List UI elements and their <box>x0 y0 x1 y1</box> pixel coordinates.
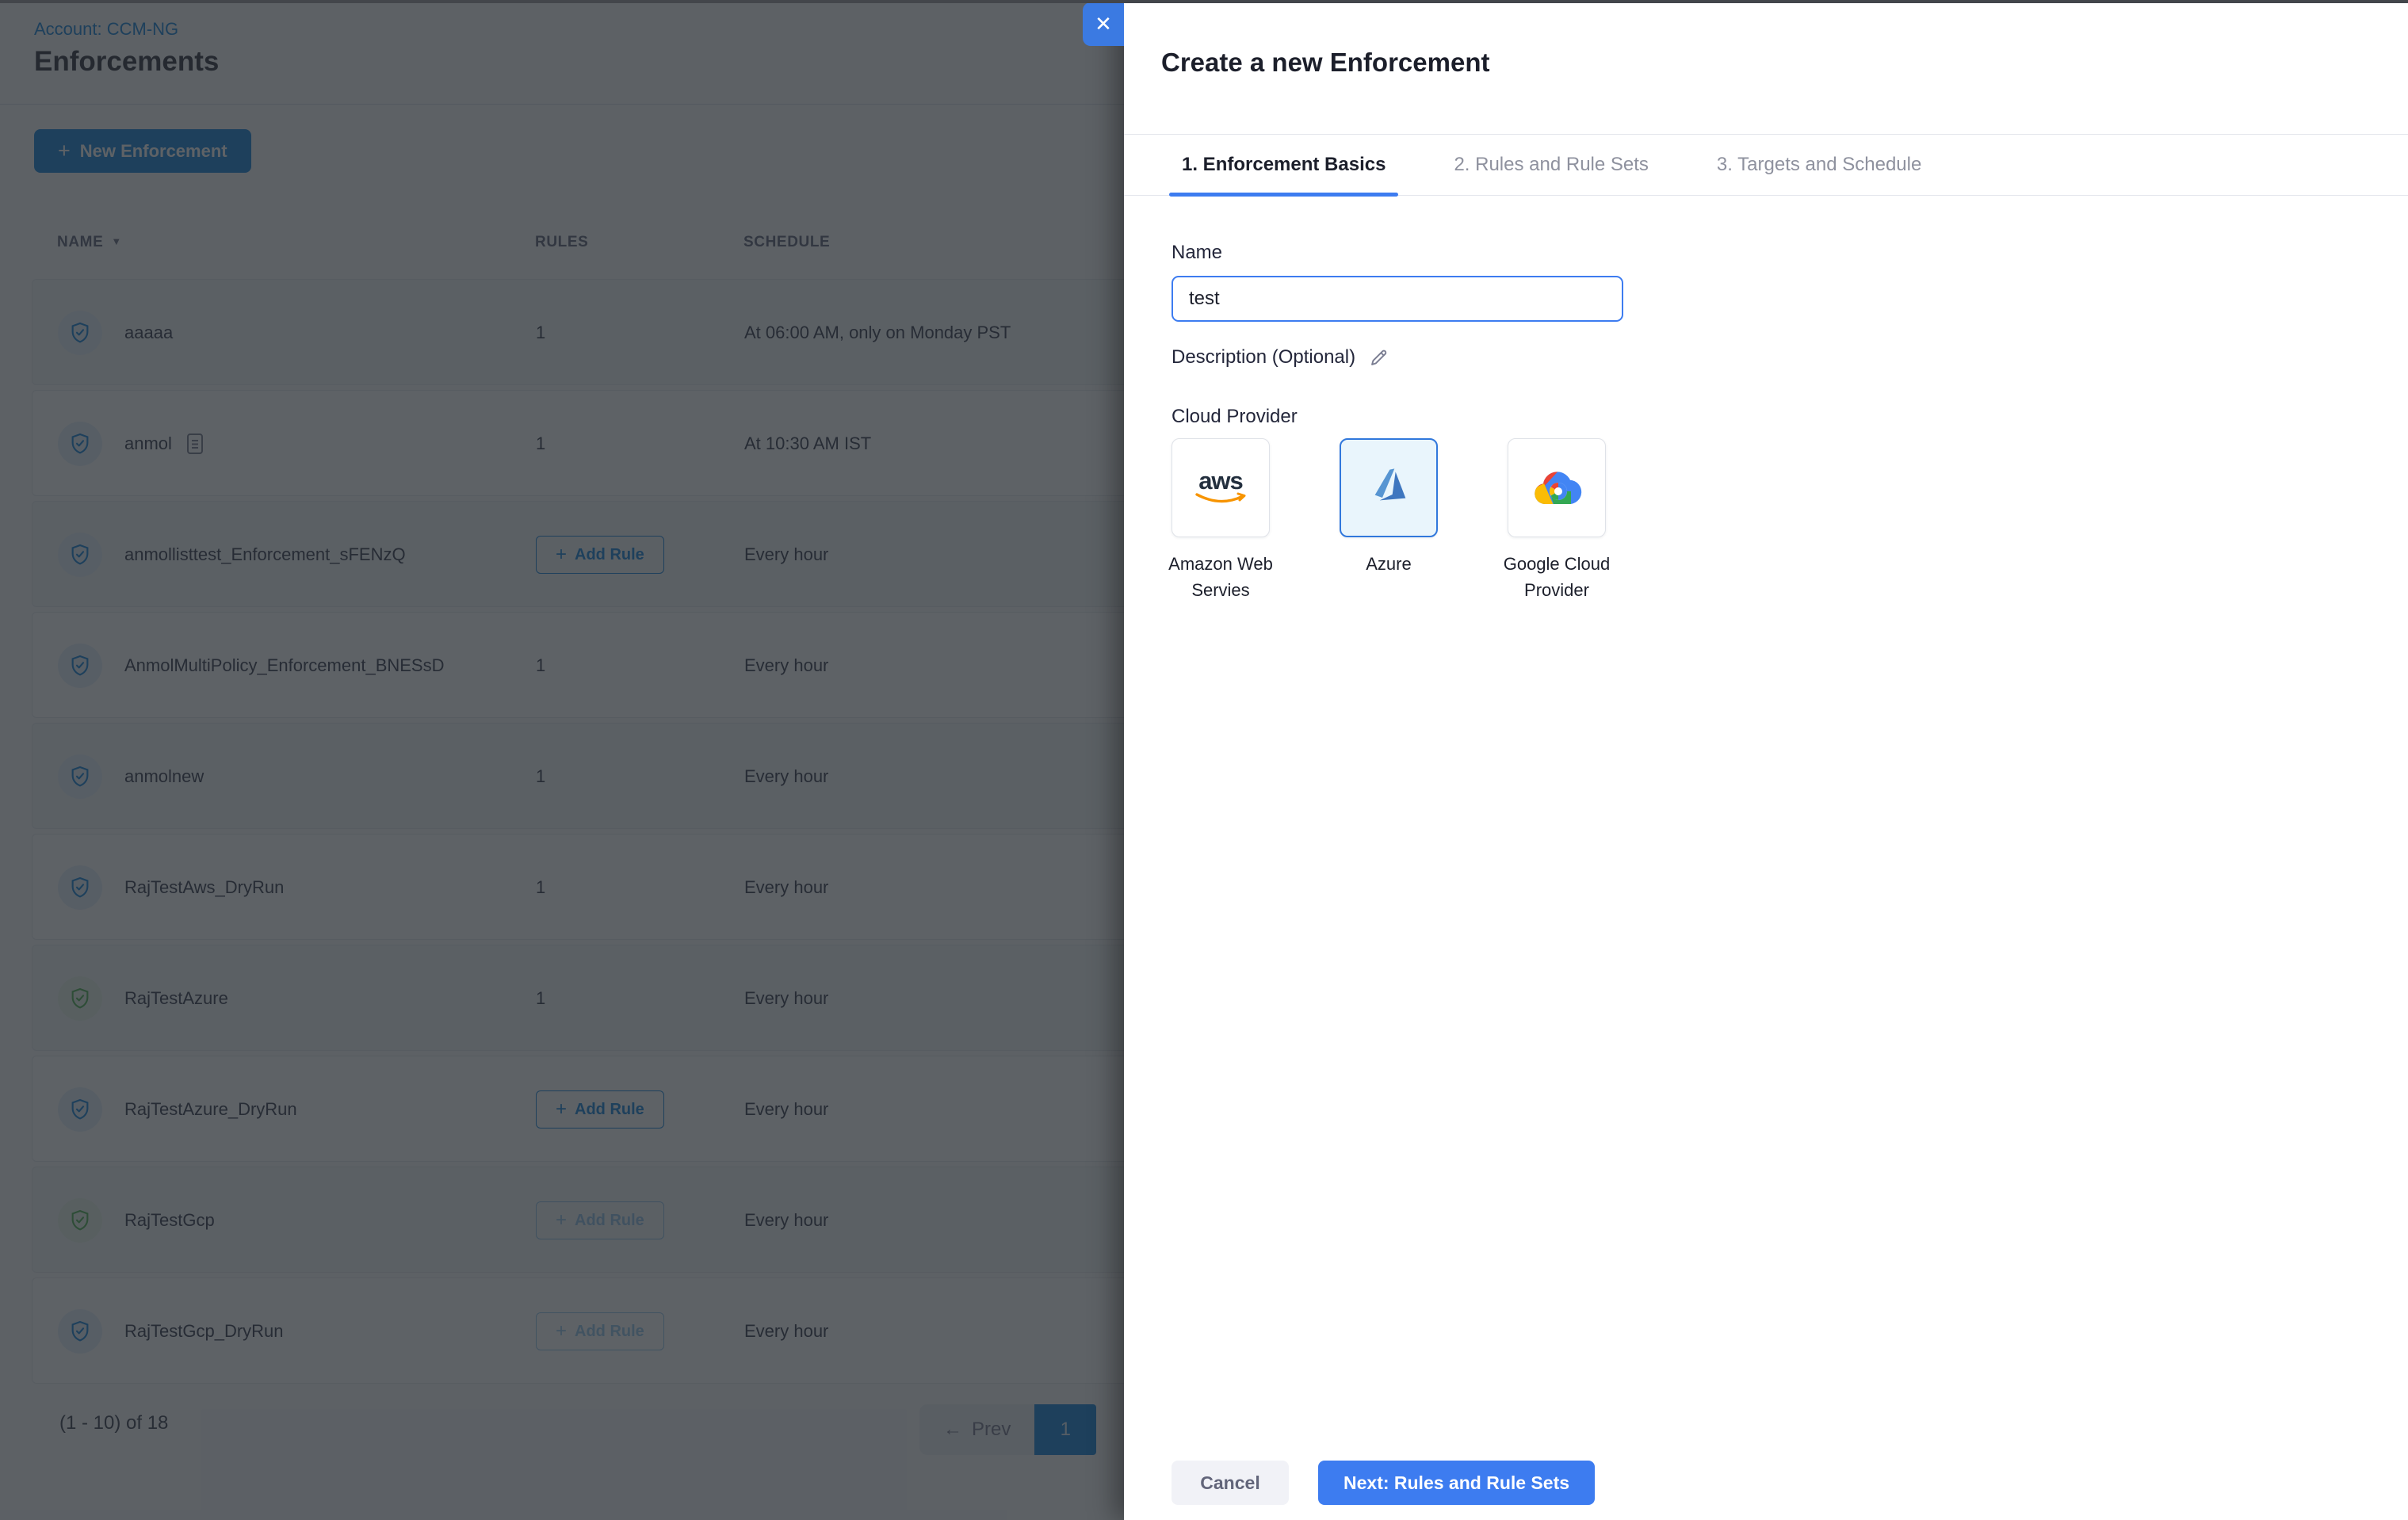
name-input[interactable] <box>1172 276 1623 322</box>
provider-aws: aws Amazon Web Servies <box>1168 438 1273 600</box>
provider-label-azure: Azure <box>1366 554 1412 574</box>
provider-label-aws: Amazon Web Servies <box>1168 554 1273 600</box>
wizard-tabs: 1. Enforcement Basics 2. Rules and Rule … <box>1124 134 2408 197</box>
cloud-provider-options: aws Amazon Web Servies Azure Google Clou… <box>1168 438 1610 600</box>
provider-gcp: Google Cloud Provider <box>1504 438 1610 600</box>
create-enforcement-drawer: ✕ Create a new Enforcement 1. Enforcemen… <box>1083 0 2408 1520</box>
provider-card-azure[interactable] <box>1340 438 1438 537</box>
description-row: Description (Optional) <box>1172 346 1389 369</box>
window-top-edge <box>0 0 2408 3</box>
tab-enforcement-basics[interactable]: 1. Enforcement Basics <box>1169 134 1399 197</box>
name-label: Name <box>1172 242 1223 263</box>
provider-card-gcp[interactable] <box>1508 438 1606 537</box>
drawer-footer: Cancel Next: Rules and Rule Sets <box>1172 1461 1596 1505</box>
next-button[interactable]: Next: Rules and Rule Sets <box>1318 1461 1596 1505</box>
aws-logo-icon: aws <box>1194 468 1248 506</box>
tab-rules-and-rule-sets[interactable]: 2. Rules and Rule Sets <box>1441 134 1661 196</box>
cancel-button[interactable]: Cancel <box>1172 1461 1289 1505</box>
provider-azure: Azure <box>1340 438 1438 574</box>
gcp-logo-icon <box>1531 467 1582 510</box>
drawer-title: Create a new Enforcement <box>1161 48 1490 77</box>
edit-pencil-icon[interactable] <box>1368 347 1389 369</box>
tab-targets-and-schedule[interactable]: 3. Targets and Schedule <box>1704 134 1934 196</box>
description-label: Description (Optional) <box>1172 346 1356 368</box>
provider-card-aws[interactable]: aws <box>1172 438 1270 537</box>
close-icon[interactable]: ✕ <box>1083 2 1124 46</box>
provider-label-gcp: Google Cloud Provider <box>1503 554 1611 600</box>
cloud-provider-label: Cloud Provider <box>1172 406 1298 427</box>
azure-logo-icon <box>1363 463 1414 514</box>
